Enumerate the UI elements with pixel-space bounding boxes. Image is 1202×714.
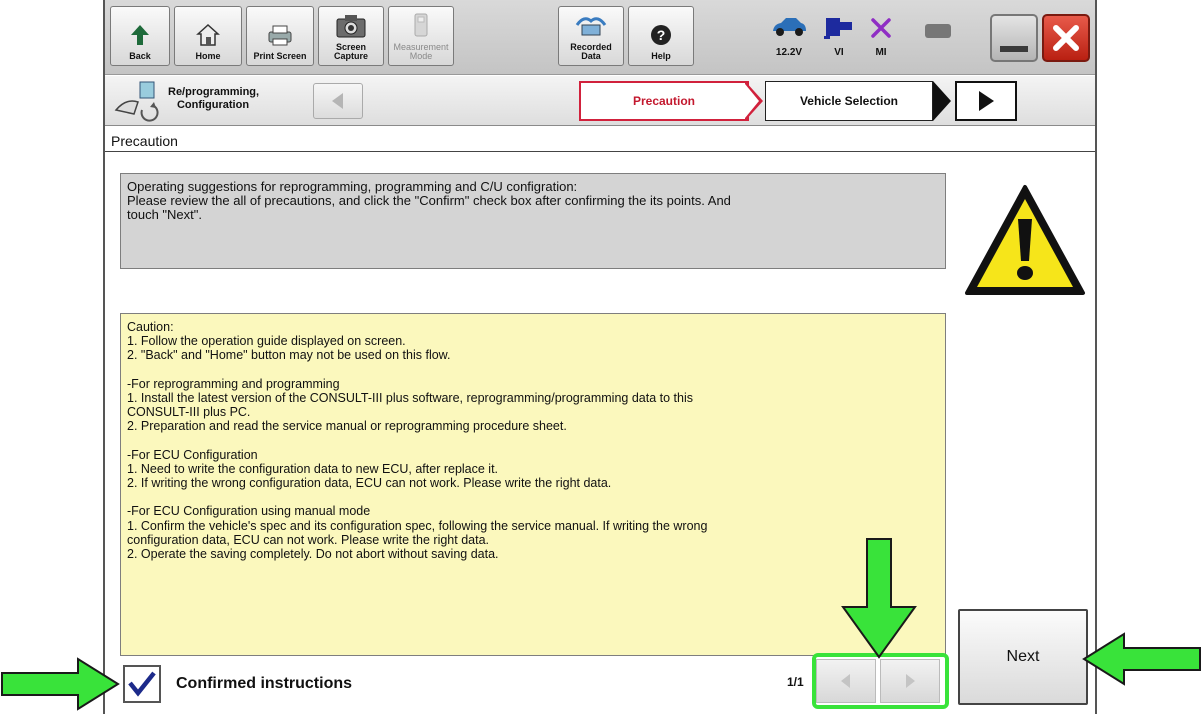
- caution-line: 2. Operate the saving completely. Do not…: [127, 547, 499, 561]
- caution-line: 2. Preparation and read the service manu…: [127, 419, 567, 434]
- print-screen-button[interactable]: Print Screen: [246, 6, 314, 66]
- caution-line: -For reprogramming and programming: [127, 376, 340, 391]
- checkmark-icon: [128, 671, 156, 697]
- recorded-data-button[interactable]: Recorded Data: [558, 6, 624, 66]
- vi-icon: [824, 18, 852, 39]
- confirm-checkbox[interactable]: [123, 665, 161, 703]
- toolbar: Back Home Print Screen Screen Capture Me…: [105, 0, 1095, 75]
- car-icon: [773, 18, 806, 36]
- section-title: Precaution: [111, 133, 178, 149]
- breadcrumb-precaution: Precaution: [579, 81, 749, 121]
- help-icon: ?: [649, 20, 673, 50]
- breadcrumb-bar: Re/programming, Configuration Precaution…: [105, 76, 1095, 126]
- recorded-data-label: Recorded Data: [570, 42, 612, 61]
- info-message-box: Operating suggestions for reprogramming,…: [120, 173, 946, 269]
- caution-line: -For ECU Configuration using manual mode: [127, 504, 371, 519]
- battery-voltage-value: 12.2V: [775, 47, 803, 58]
- minimize-icon: [1000, 46, 1028, 52]
- triangle-left-icon: [332, 93, 343, 109]
- confirm-label: Confirmed instructions: [176, 675, 353, 692]
- home-icon: [195, 20, 221, 50]
- measurement-mode-button[interactable]: Measurement Mode: [388, 6, 454, 66]
- minimize-button[interactable]: [990, 14, 1038, 62]
- caution-line: [127, 363, 939, 377]
- caution-line: 2. "Back" and "Home" button may not be u…: [127, 348, 451, 363]
- device-indicator-icon: [925, 24, 951, 38]
- annotation-arrow-right-icon: [1, 657, 120, 711]
- help-button-label: Help: [651, 51, 671, 61]
- section-divider: [105, 151, 1095, 152]
- next-button[interactable]: Next: [958, 609, 1088, 705]
- nav-forward-button[interactable]: [955, 81, 1017, 121]
- info-line: touch "Next".: [127, 207, 202, 222]
- reprogramming-icon: [114, 81, 159, 122]
- close-icon: [1053, 25, 1079, 51]
- back-button-label: Back: [129, 51, 151, 61]
- mi-disconnected-icon: [871, 18, 891, 38]
- home-button[interactable]: Home: [174, 6, 242, 66]
- back-button[interactable]: Back: [110, 6, 170, 66]
- caution-line: 1. Follow the operation guide displayed …: [127, 334, 406, 349]
- screen-capture-button[interactable]: Screen Capture: [318, 6, 384, 66]
- caution-line: -For ECU Configuration: [127, 447, 258, 462]
- caution-line: [127, 434, 939, 448]
- camera-icon: [335, 11, 367, 41]
- screen-capture-label: Screen Capture: [333, 42, 368, 61]
- mi-indicator: MI: [860, 8, 902, 64]
- info-line: Operating suggestions for reprogramming,…: [127, 179, 578, 194]
- back-arrow-icon: [129, 20, 151, 50]
- page-indicator: 1/1: [787, 675, 804, 689]
- caution-box: Caution: 1. Follow the operation guide d…: [120, 313, 946, 656]
- caution-line: 1. Need to write the configuration data …: [127, 461, 499, 476]
- warning-icon: [965, 185, 1085, 295]
- mode-label: Re/programming, Configuration: [168, 86, 260, 111]
- mi-label: MI: [875, 47, 887, 58]
- caution-line: [127, 490, 939, 504]
- caution-line: 2. If writing the wrong configuration da…: [127, 476, 612, 491]
- caution-line: 1. Confirm the vehicle's spec and its co…: [127, 518, 708, 533]
- triangle-right-icon: [979, 91, 994, 111]
- close-button[interactable]: [1042, 14, 1090, 62]
- svg-text:?: ?: [657, 27, 666, 43]
- measurement-mode-label: Measurement Mode: [393, 42, 449, 61]
- breadcrumb-arrow-icon: [933, 81, 951, 121]
- info-line: Please review the all of precautions, an…: [127, 193, 731, 208]
- vi-indicator: VI: [818, 8, 860, 64]
- caution-line: CONSULT-III plus PC.: [127, 405, 251, 420]
- recorded-data-icon: [574, 11, 608, 41]
- annotation-arrow-left-icon: [1082, 632, 1201, 686]
- printer-icon: [265, 20, 295, 50]
- annotation-arrow-down-icon: [841, 538, 917, 659]
- print-screen-label: Print Screen: [253, 51, 307, 61]
- breadcrumb-arrow-inner: [745, 84, 759, 118]
- nav-back-button[interactable]: [313, 83, 363, 119]
- caution-line: 1. Install the latest version of the CON…: [127, 390, 693, 405]
- consult-app-window: Back Home Print Screen Screen Capture Me…: [103, 0, 1097, 714]
- vi-label: VI: [834, 47, 844, 58]
- home-button-label: Home: [195, 51, 221, 61]
- pager-highlight-box: [812, 653, 949, 709]
- caution-line: Caution:: [127, 320, 174, 334]
- battery-voltage-indicator: 12.2V: [768, 8, 810, 64]
- breadcrumb-vehicle-selection: Vehicle Selection: [765, 81, 933, 121]
- measurement-icon: [410, 11, 432, 41]
- help-button[interactable]: ? Help: [628, 6, 694, 66]
- caution-line: configuration data, ECU can not work. Pl…: [127, 532, 489, 547]
